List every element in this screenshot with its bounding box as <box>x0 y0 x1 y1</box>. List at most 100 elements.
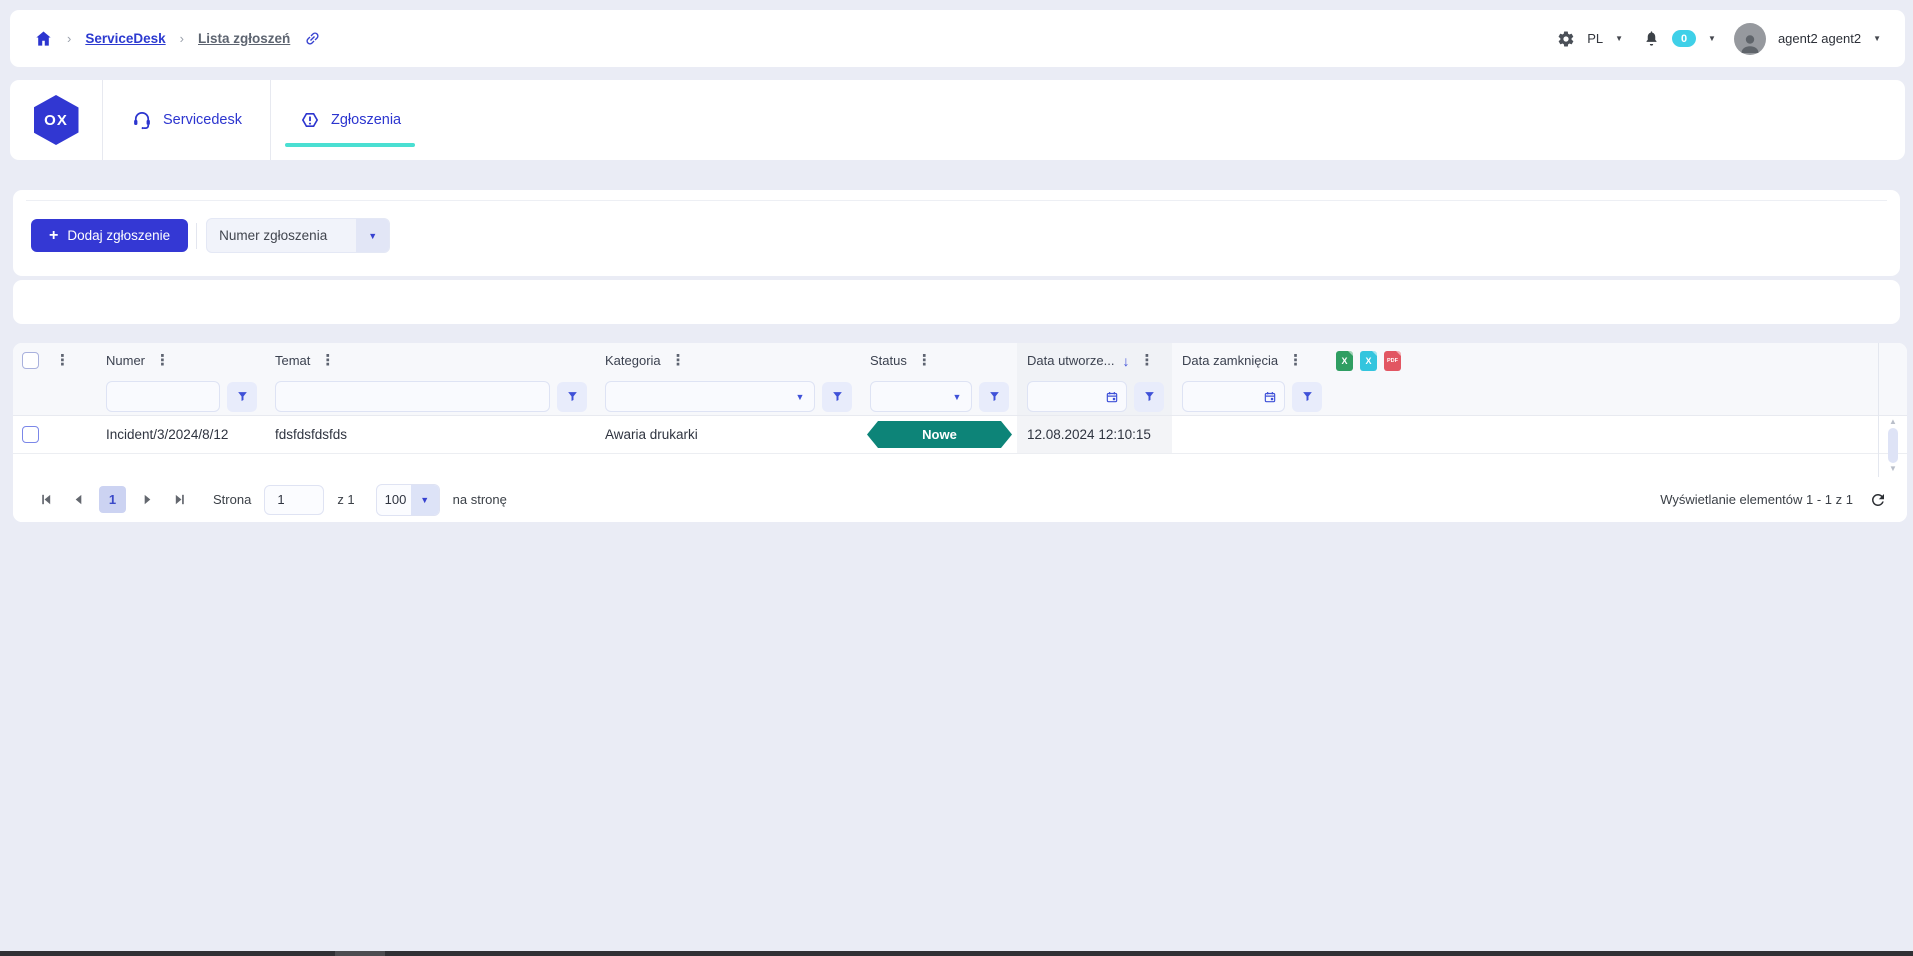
row-checkbox[interactable] <box>22 426 39 443</box>
toolbar-card: + Dodaj zgłoszenie Numer zgłoszenia ▼ <box>13 190 1900 276</box>
filter-select-status[interactable] <box>871 382 943 411</box>
grid-filter-row: ▼ ▼ <box>13 378 1907 416</box>
scroll-down-icon[interactable]: ▼ <box>1889 465 1897 473</box>
column-header-data-utworzenia[interactable]: Data utworze... ↓ ⋮ <box>1017 343 1172 378</box>
settings-gear-icon[interactable] <box>1557 30 1575 48</box>
home-icon[interactable] <box>34 29 53 48</box>
refresh-icon[interactable] <box>1869 491 1887 509</box>
chevron-down-icon: ▼ <box>356 219 389 252</box>
filter-empty-cell <box>13 378 96 415</box>
add-ticket-button-label: Dodaj zgłoszenie <box>67 228 170 243</box>
funnel-filter-icon[interactable] <box>822 382 852 412</box>
filter-cell-temat <box>265 378 595 415</box>
sort-desc-icon[interactable]: ↓ <box>1122 353 1129 369</box>
next-page-button[interactable] <box>135 488 159 512</box>
cell-data-zamkniecia[interactable] <box>1172 416 1330 453</box>
funnel-filter-icon[interactable] <box>1134 382 1164 412</box>
column-label: Kategoria <box>605 353 661 368</box>
cell-data-utworzenia[interactable]: 12.08.2024 12:10:15 <box>1017 416 1172 453</box>
column-header-status[interactable]: Status ⋮ <box>860 343 1017 378</box>
tickets-grid: ⋮ Numer ⋮ Temat ⋮ Kategoria ⋮ Status ⋮ D… <box>13 343 1907 522</box>
export-pdf-icon[interactable]: PDF <box>1384 351 1401 371</box>
language-caret-icon[interactable]: ▼ <box>1615 34 1623 43</box>
column-menu-icon[interactable]: ⋮ <box>153 353 172 368</box>
items-summary-label: Wyświetlanie elementów 1 - 1 z 1 <box>1660 492 1853 507</box>
scrollbar-thumb[interactable] <box>1888 428 1898 463</box>
notifications-bell-icon[interactable] <box>1643 29 1660 48</box>
filter-date-utworzenia[interactable] <box>1028 382 1098 411</box>
user-avatar[interactable] <box>1734 23 1766 55</box>
notification-count-badge[interactable]: 0 <box>1672 30 1696 47</box>
column-menu-icon[interactable]: ⋮ <box>1286 353 1305 368</box>
column-header-temat[interactable]: Temat ⋮ <box>265 343 595 378</box>
filter-date-zamkniecia[interactable] <box>1183 382 1256 411</box>
previous-page-button[interactable] <box>66 488 90 512</box>
calendar-icon[interactable] <box>1098 390 1126 404</box>
select-all-checkbox[interactable] <box>22 352 39 369</box>
export-excel-alt-icon[interactable]: X <box>1360 351 1377 371</box>
chevron-down-icon[interactable]: ▼ <box>786 392 814 402</box>
calendar-icon[interactable] <box>1256 390 1284 404</box>
notification-caret-icon[interactable]: ▼ <box>1708 34 1716 43</box>
first-page-button[interactable] <box>33 488 57 512</box>
breadcrumb-link-servicedesk[interactable]: ServiceDesk <box>85 31 165 46</box>
export-excel-icon[interactable]: X <box>1336 351 1353 371</box>
quick-filter-value: Numer zgłoszenia <box>207 228 356 243</box>
column-menu-icon[interactable]: ⋮ <box>669 353 688 368</box>
grid-header-row: ⋮ Numer ⋮ Temat ⋮ Kategoria ⋮ Status ⋮ D… <box>13 343 1907 378</box>
column-header-numer[interactable]: Numer ⋮ <box>96 343 265 378</box>
cell-kategoria[interactable]: Awaria drukarki <box>595 416 860 453</box>
copy-link-icon[interactable] <box>301 26 325 50</box>
table-row[interactable]: Incident/3/2024/8/12 fdsfdsfdsfds Awaria… <box>13 416 1907 454</box>
logo-hexagon: OX <box>34 95 79 145</box>
active-tab-indicator <box>285 143 415 147</box>
column-header-data-zamkniecia[interactable]: Data zamknięcia ⋮ <box>1172 343 1330 378</box>
filter-empty-cell <box>1330 378 1878 415</box>
last-page-button[interactable] <box>168 488 192 512</box>
status-badge: Nowe <box>867 421 1012 448</box>
funnel-filter-icon[interactable] <box>979 382 1009 412</box>
bulk-action-bar <box>13 280 1900 324</box>
select-all-cell: ⋮ <box>13 343 96 378</box>
toolbar-separator <box>196 223 197 249</box>
column-menu-icon[interactable]: ⋮ <box>1137 353 1156 368</box>
funnel-filter-icon[interactable] <box>557 382 587 412</box>
grid-empty-space <box>13 454 1907 478</box>
column-menu-icon[interactable]: ⋮ <box>915 353 934 368</box>
ticket-hexagon-alert-icon <box>299 109 321 131</box>
filter-input-numer[interactable] <box>107 382 219 411</box>
funnel-filter-icon[interactable] <box>227 382 257 412</box>
page-size-select[interactable]: 100 ▼ <box>376 484 440 516</box>
tab-servicedesk-label: Servicedesk <box>163 112 242 128</box>
column-menu-icon[interactable]: ⋮ <box>53 353 72 368</box>
page-number-button[interactable]: 1 <box>99 486 126 513</box>
pager-bar: 1 Strona z 1 100 ▼ na stronę Wyświetlani… <box>13 477 1907 522</box>
horizontal-scrollbar-thumb[interactable] <box>335 951 385 956</box>
chevron-down-icon[interactable]: ▼ <box>943 392 971 402</box>
vertical-scrollbar[interactable]: ▲ ▼ <box>1879 416 1907 475</box>
column-menu-icon[interactable]: ⋮ <box>318 353 337 368</box>
filter-input-temat[interactable] <box>276 382 549 411</box>
add-ticket-button[interactable]: + Dodaj zgłoszenie <box>31 219 188 252</box>
per-page-label: na stronę <box>453 492 507 507</box>
filter-select-kategoria[interactable] <box>606 382 786 411</box>
app-logo[interactable]: OX <box>10 80 103 160</box>
tab-servicedesk[interactable]: Servicedesk <box>103 80 271 160</box>
filter-cell-numer <box>96 378 265 415</box>
tab-zgloszenia[interactable]: Zgłoszenia <box>271 80 429 160</box>
cell-status[interactable]: Nowe <box>860 416 1017 453</box>
quick-filter-select[interactable]: Numer zgłoszenia ▼ <box>206 218 390 253</box>
horizontal-scrollbar[interactable] <box>0 951 1913 956</box>
column-label: Temat <box>275 353 310 368</box>
column-label: Status <box>870 353 907 368</box>
page-of-label: z 1 <box>337 492 354 507</box>
cell-numer[interactable]: Incident/3/2024/8/12 <box>96 416 265 453</box>
scroll-up-icon[interactable]: ▲ <box>1889 418 1897 426</box>
cell-temat[interactable]: fdsfdsfdsfds <box>265 416 595 453</box>
column-header-kategoria[interactable]: Kategoria ⋮ <box>595 343 860 378</box>
user-menu-caret-icon[interactable]: ▼ <box>1873 34 1881 43</box>
funnel-filter-icon[interactable] <box>1292 382 1322 412</box>
page-number-input[interactable] <box>264 485 324 515</box>
filter-cell-status: ▼ <box>860 378 1017 415</box>
language-selector[interactable]: PL <box>1587 31 1603 46</box>
